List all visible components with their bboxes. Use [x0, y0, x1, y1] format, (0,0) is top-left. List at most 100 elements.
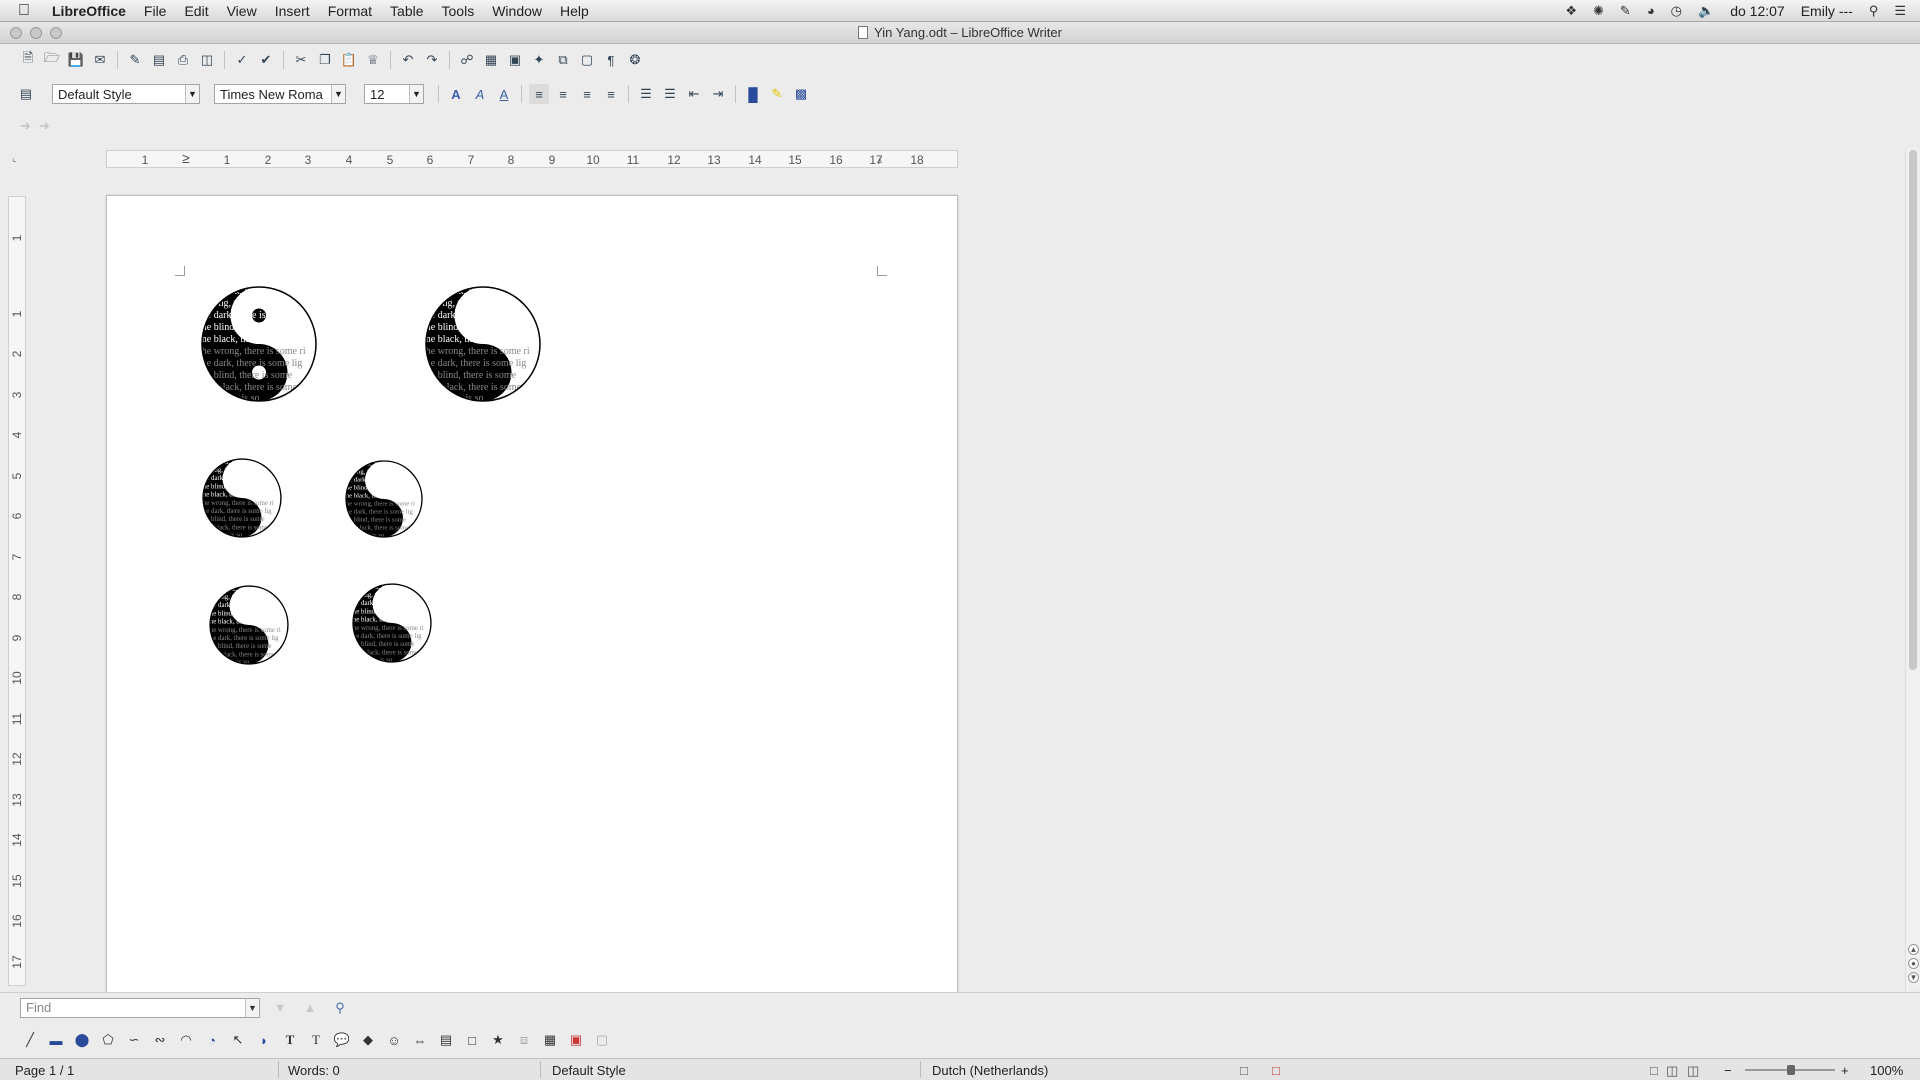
email-icon[interactable]: ✉ — [90, 50, 110, 70]
dropbox-icon[interactable]: ❖ — [1565, 3, 1577, 19]
draw-functions-icon[interactable]: ✦ — [529, 50, 549, 70]
find-input[interactable]: Find ▼ — [20, 997, 260, 1018]
menu-tools[interactable]: Tools — [442, 3, 475, 19]
save-icon[interactable]: 💾 — [66, 50, 86, 70]
zoom-slider-handle[interactable] — [1787, 1065, 1795, 1075]
wifi-icon[interactable]: ◕ — [1647, 3, 1655, 18]
export-pdf-icon[interactable]: ▤ — [149, 50, 169, 70]
spellcheck-icon[interactable]: ✓ — [232, 50, 252, 70]
spotlight-icon[interactable]: ⚲ — [1869, 3, 1879, 19]
pen-icon[interactable]: ✎ — [1620, 3, 1631, 19]
chevron-down-icon[interactable]: ▼ — [185, 85, 199, 103]
rectangle-icon[interactable]: ▬ — [46, 1030, 66, 1050]
formatting-marks-icon[interactable]: ¶ — [601, 50, 621, 70]
points-icon[interactable]: ⧈ — [514, 1030, 534, 1050]
cut-icon[interactable]: ✂ — [291, 50, 311, 70]
zoom-in-icon[interactable]: + — [1841, 1063, 1849, 1078]
redo-icon[interactable]: ↷ — [422, 50, 442, 70]
chevron-down-icon[interactable]: ▼ — [409, 85, 423, 103]
bold-icon[interactable]: A — [446, 84, 466, 104]
sync-icon[interactable]: ✺ — [1593, 3, 1604, 19]
scrollbar-thumb[interactable] — [1909, 150, 1917, 670]
paragraph-style-select[interactable]: Default Style ▼ — [52, 84, 200, 104]
chevron-down-icon[interactable]: ▼ — [331, 85, 345, 103]
print-icon[interactable]: ⎙ — [173, 50, 193, 70]
table-icon[interactable]: ▦ — [481, 50, 501, 70]
callout-icon[interactable]: 💬 — [332, 1030, 352, 1050]
italic-icon[interactable]: A — [470, 84, 490, 104]
print-preview-icon[interactable]: ◫ — [197, 50, 217, 70]
menu-window[interactable]: Window — [492, 3, 542, 19]
yin-yang-image[interactable]: the dark, there is wrong, there is some … — [201, 457, 283, 542]
multi-page-view-icon[interactable]: ◫ — [1666, 1063, 1678, 1079]
app-menu[interactable]: LibreOffice — [52, 3, 126, 19]
page-style[interactable]: Default Style — [552, 1063, 626, 1078]
freeform-line-icon[interactable]: ∾ — [150, 1030, 170, 1050]
word-count[interactable]: Words: 0 — [288, 1063, 340, 1078]
menu-edit[interactable]: Edit — [184, 3, 208, 19]
back-arrow-icon[interactable]: ➔ — [20, 118, 31, 134]
language[interactable]: Dutch (Netherlands) — [932, 1063, 1048, 1078]
horizontal-ruler[interactable]: 1 1 2 3 4 5 6 7 8 9 10 11 12 13 14 15 16… — [106, 150, 958, 168]
help-icon[interactable]: ❂ — [625, 50, 645, 70]
page-count[interactable]: Page 1 / 1 — [15, 1063, 74, 1078]
justify-icon[interactable]: ≡ — [601, 84, 621, 104]
navigation-icon[interactable]: ● — [1908, 958, 1919, 969]
yin-yang-image[interactable]: the dark, there is wrong, there is some … — [351, 582, 433, 667]
copy-icon[interactable]: ❐ — [315, 50, 335, 70]
left-indent-marker[interactable]: ≥ — [182, 150, 190, 166]
zoom-slider[interactable] — [1745, 1065, 1835, 1075]
insert-mode-icon[interactable]: □ — [1240, 1063, 1248, 1078]
clock[interactable]: do 12:07 — [1730, 3, 1785, 19]
document-page[interactable]: the dark, there is wrong, there is some … — [106, 195, 958, 995]
previous-page-icon[interactable]: ▲ — [1908, 944, 1919, 955]
hyperlink-icon[interactable]: ☍ — [457, 50, 477, 70]
image-icon[interactable]: ▣ — [505, 50, 525, 70]
chevron-down-icon[interactable]: ▼ — [245, 998, 259, 1017]
minimize-window-button[interactable] — [30, 27, 42, 39]
vertical-ruler[interactable]: 1 1 2 3 4 5 6 7 8 9 10 11 12 13 14 15 16… — [8, 196, 26, 986]
font-size-select[interactable]: 12 ▼ — [364, 84, 424, 104]
decrease-indent-icon[interactable]: ⇤ — [684, 84, 704, 104]
arc-icon[interactable]: ◠ — [176, 1030, 196, 1050]
ellipse-icon[interactable]: ⬤ — [72, 1030, 92, 1050]
font-name-select[interactable]: Times New Roma ▼ — [214, 84, 346, 104]
flowchart-icon[interactable]: ▤ — [436, 1030, 456, 1050]
menu-help[interactable]: Help — [560, 3, 589, 19]
from-file-icon[interactable]: ▣ — [566, 1030, 586, 1050]
autospellcheck-icon[interactable]: ✔ — [256, 50, 276, 70]
vertical-scrollbar[interactable]: ▲ ● ▼ — [1905, 148, 1920, 991]
open-icon[interactable]: 🗁 — [42, 50, 62, 70]
yin-yang-image[interactable]: the dark, there is wrong, there is some … — [423, 284, 543, 407]
edit-mode-icon[interactable]: ✎ — [125, 50, 145, 70]
yin-yang-image[interactable]: the dark, there is wrong, there is some … — [344, 459, 424, 542]
zoom-window-button[interactable] — [50, 27, 62, 39]
notification-center-icon[interactable]: ☰ — [1894, 3, 1906, 19]
book-view-icon[interactable]: ◫ — [1687, 1063, 1699, 1079]
navigator-icon[interactable]: ⧉ — [553, 50, 573, 70]
stars-icon[interactable]: ★ — [488, 1030, 508, 1050]
yin-yang-image[interactable]: the dark, there is wrong, there is some … — [199, 284, 319, 407]
find-replace-icon[interactable]: ⚲ — [330, 998, 350, 1018]
circle-segment-icon[interactable]: ◗ — [254, 1030, 274, 1050]
close-window-button[interactable] — [10, 27, 22, 39]
user-name[interactable]: Emily --- — [1801, 3, 1853, 19]
yin-yang-image[interactable]: the dark, there is wrong, there is some … — [208, 584, 290, 669]
increase-indent-icon[interactable]: ⇥ — [708, 84, 728, 104]
underline-icon[interactable]: A — [494, 84, 514, 104]
find-next-icon[interactable]: ▼ — [270, 998, 290, 1018]
menu-file[interactable]: File — [144, 3, 167, 19]
paste-icon[interactable]: 📋 — [339, 50, 359, 70]
menu-table[interactable]: Table — [390, 3, 423, 19]
next-page-icon[interactable]: ▼ — [1908, 972, 1919, 983]
volume-icon[interactable]: 🔈 — [1698, 3, 1714, 19]
ellipse-pie-icon[interactable]: ◔ — [202, 1030, 222, 1050]
right-indent-marker[interactable]: ▵ — [877, 155, 882, 166]
tab-stop-selector[interactable]: ⌞ — [12, 153, 17, 164]
clone-formatting-icon[interactable]: ♕ — [363, 50, 383, 70]
single-page-view-icon[interactable]: □ — [1650, 1063, 1658, 1078]
forward-arrow-icon[interactable]: ➔ — [39, 118, 50, 134]
menu-format[interactable]: Format — [328, 3, 372, 19]
time-machine-icon[interactable]: ◷ — [1671, 3, 1682, 19]
find-previous-icon[interactable]: ▲ — [300, 998, 320, 1018]
